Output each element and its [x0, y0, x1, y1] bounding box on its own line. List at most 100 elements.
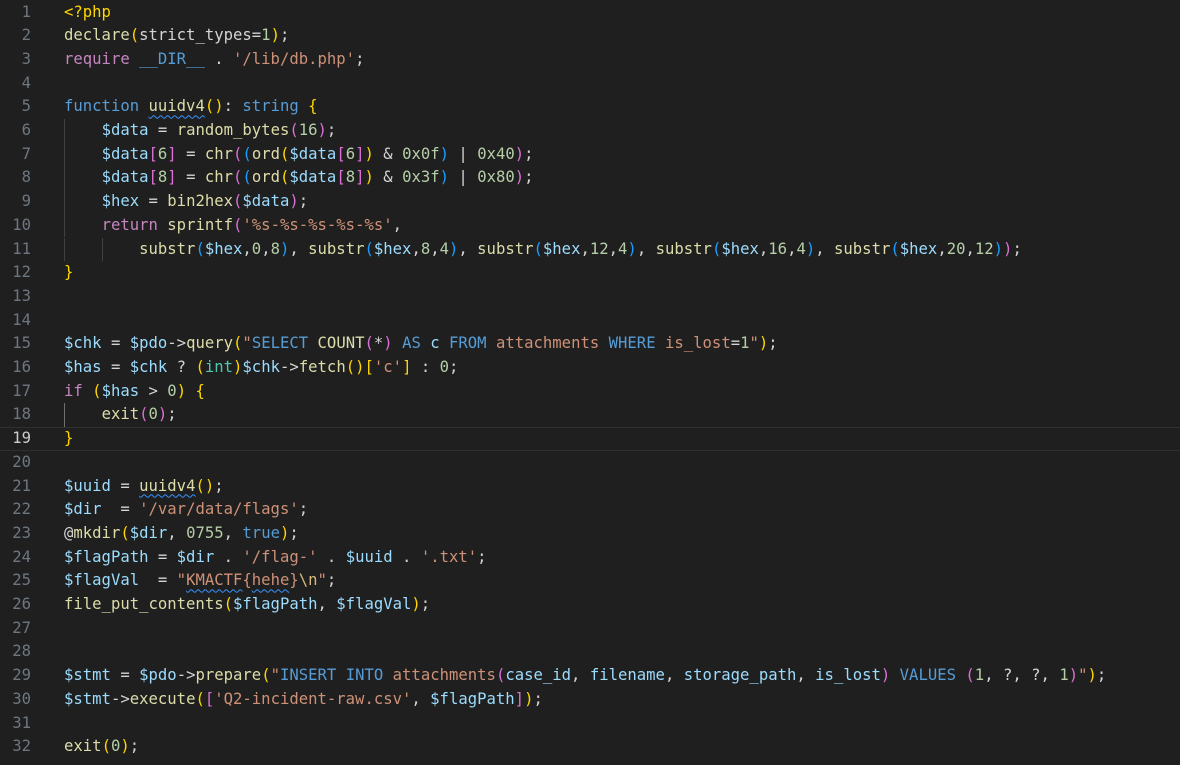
code-token: [ [364, 358, 374, 376]
code-token: query [186, 334, 234, 353]
code-line[interactable]: 2 declare(strict_types=1); [0, 24, 1180, 48]
code-text[interactable]: if ($has > 0) { [64, 380, 205, 404]
code-line[interactable]: 4 [0, 72, 1180, 96]
code-token: = [139, 192, 168, 211]
code-text[interactable]: } [64, 427, 73, 451]
code-line[interactable]: 3 require __DIR__ . '/lib/db.php'; [0, 48, 1180, 72]
code-text[interactable]: } [64, 261, 73, 285]
code-token: , [223, 523, 243, 542]
code-token: $chk [129, 358, 168, 376]
code-text[interactable]: $flagPath = $dir . '/flag-' . $uuid . '.… [64, 546, 487, 570]
code-token: ) [279, 523, 290, 542]
code-token: attachments [392, 666, 496, 685]
code-editor[interactable]: 1 <?php 2 declare(strict_types=1); 3 require … [0, 0, 1180, 765]
code-line[interactable]: 32 exit(0); [0, 735, 1180, 759]
code-token: $pdo [139, 666, 177, 685]
code-token: , [261, 239, 271, 258]
code-text[interactable]: $flagVal = "KMACTF{hehe}\n"; [64, 569, 336, 593]
code-token: = [110, 476, 140, 495]
code-token: 8 [345, 168, 356, 187]
code-token: execute [129, 689, 196, 708]
code-token: COUNT [317, 334, 365, 353]
code-text[interactable]: $data[8] = chr((ord($data[8]) & 0x3f) | … [64, 166, 534, 190]
code-token: ( [233, 144, 243, 163]
code-text[interactable]: require __DIR__ . '/lib/db.php'; [64, 48, 364, 72]
code-token: prepare [195, 666, 262, 685]
code-text[interactable]: exit(0); [64, 403, 177, 427]
code-line[interactable]: 15 $chk = $pdo->query("SELECT COUNT(*) AS… [0, 332, 1180, 356]
code-text[interactable]: $stmt = $pdo->prepare("INSERT INTO attac… [64, 664, 1106, 688]
code-line[interactable]: 9 $hex = bin2hex($data); [0, 190, 1180, 214]
line-number: 25 [12, 571, 31, 590]
code-token: ) [439, 168, 450, 187]
code-token: require [64, 49, 130, 68]
code-line[interactable]: 14 [0, 309, 1180, 333]
code-token: , [242, 239, 252, 258]
code-text[interactable]: return sprintf('%s-%s-%s-%s-%s', [64, 214, 402, 238]
code-line[interactable]: 1 <?php [0, 1, 1180, 25]
line-number: 22 [12, 500, 31, 519]
code-line[interactable]: 7 $data[6] = chr((ord($data[6]) & 0x0f) … [0, 142, 1180, 167]
code-line[interactable]: 18 exit(0); [0, 403, 1180, 428]
code-token: , [796, 666, 816, 685]
code-text[interactable]: $chk = $pdo->query("SELECT COUNT(*) AS c… [64, 332, 778, 356]
code-line[interactable]: 25 $flagVal = "KMACTF{hehe}\n"; [0, 569, 1180, 593]
code-text[interactable]: $data[6] = chr((ord($data[6]) & 0x0f) | … [64, 143, 534, 167]
code-line[interactable]: 19} [0, 427, 1180, 451]
code-token: int [204, 358, 234, 376]
code-text[interactable]: function uuidv4(): string { [64, 95, 318, 119]
code-text[interactable]: $has = $chk ? (int)$chk->fetch()['c'] : … [64, 356, 458, 380]
code-token: WHERE [608, 334, 656, 353]
code-text[interactable]: file_put_contents($flagPath, $flagVal); [64, 593, 430, 617]
code-token: [ [204, 689, 215, 708]
code-line[interactable]: 6 $data = random_bytes(16); [0, 119, 1180, 143]
code-token: ( [101, 737, 111, 756]
code-token: ( [890, 239, 900, 258]
code-line[interactable]: 8 $data[8] = chr((ord($data[8]) & 0x3f) … [0, 166, 1180, 191]
code-text[interactable]: exit(0); [64, 735, 139, 759]
code-line[interactable]: 22 $dir = '/var/data/flags'; [0, 498, 1180, 522]
code-text[interactable]: $data = random_bytes(16); [64, 119, 337, 143]
line-number: 23 [12, 523, 31, 542]
code-line[interactable]: 12} [0, 261, 1180, 285]
code-line[interactable]: 24 $flagPath = $dir . '/flag-' . $uuid . … [0, 546, 1180, 570]
code-text[interactable]: $hex = bin2hex($data); [64, 190, 309, 214]
line-number: 14 [12, 310, 31, 329]
code-token: \n [298, 571, 318, 590]
code-line[interactable]: 10 return sprintf('%s-%s-%s-%s-%s', [0, 213, 1180, 238]
code-text[interactable]: substr($hex,0,8), substr($hex,8,4), subs… [64, 238, 1022, 262]
code-text[interactable]: $stmt->execute(['Q2-incident-raw.csv', $… [64, 688, 543, 712]
code-line[interactable]: 16 $has = $chk ? (int)$chk->fetch()['c'] … [0, 356, 1180, 380]
code-token: true [242, 523, 280, 542]
code-text[interactable]: declare(strict_types=1); [64, 24, 289, 48]
code-token: ord [251, 144, 280, 163]
code-token: @ [64, 523, 74, 542]
code-text[interactable]: $uuid = uuidv4(); [64, 475, 224, 499]
code-text[interactable]: $dir = '/var/data/flags'; [64, 498, 308, 522]
code-line[interactable]: 11 substr($hex,0,8), substr($hex,8,4), s… [0, 237, 1180, 262]
code-line[interactable]: 23 @mkdir($dir, 0755, true); [0, 522, 1180, 546]
code-line[interactable]: 20 [0, 451, 1180, 475]
code-text[interactable]: @mkdir($dir, 0755, true); [64, 522, 299, 546]
code-token: " [176, 571, 187, 590]
code-line[interactable]: 26 file_put_contents($flagPath, $flagVal)… [0, 593, 1180, 617]
code-token: [ [148, 168, 158, 187]
code-line[interactable]: 21 $uuid = uuidv4(); [0, 475, 1180, 499]
code-line[interactable]: 28 [0, 640, 1180, 664]
code-token: , [1040, 666, 1060, 685]
code-token: VALUES [899, 666, 957, 685]
code-line[interactable]: 30 $stmt->execute(['Q2-incident-raw.csv',… [0, 688, 1180, 712]
code-line[interactable]: 17 if ($has > 0) { [0, 380, 1180, 404]
code-token: , [317, 595, 337, 613]
code-line[interactable]: 27 [0, 617, 1180, 641]
code-line[interactable]: 29 $stmt = $pdo->prepare("INSERT INTO att… [0, 664, 1180, 688]
code-token: = [176, 144, 205, 163]
code-text[interactable]: <?php [64, 1, 111, 25]
code-token: , [392, 215, 403, 234]
code-line[interactable]: 31 [0, 712, 1180, 736]
code-line[interactable]: 5 function uuidv4(): string { [0, 95, 1180, 119]
code-line[interactable]: 13 [0, 285, 1180, 309]
code-token: ? [167, 358, 196, 376]
